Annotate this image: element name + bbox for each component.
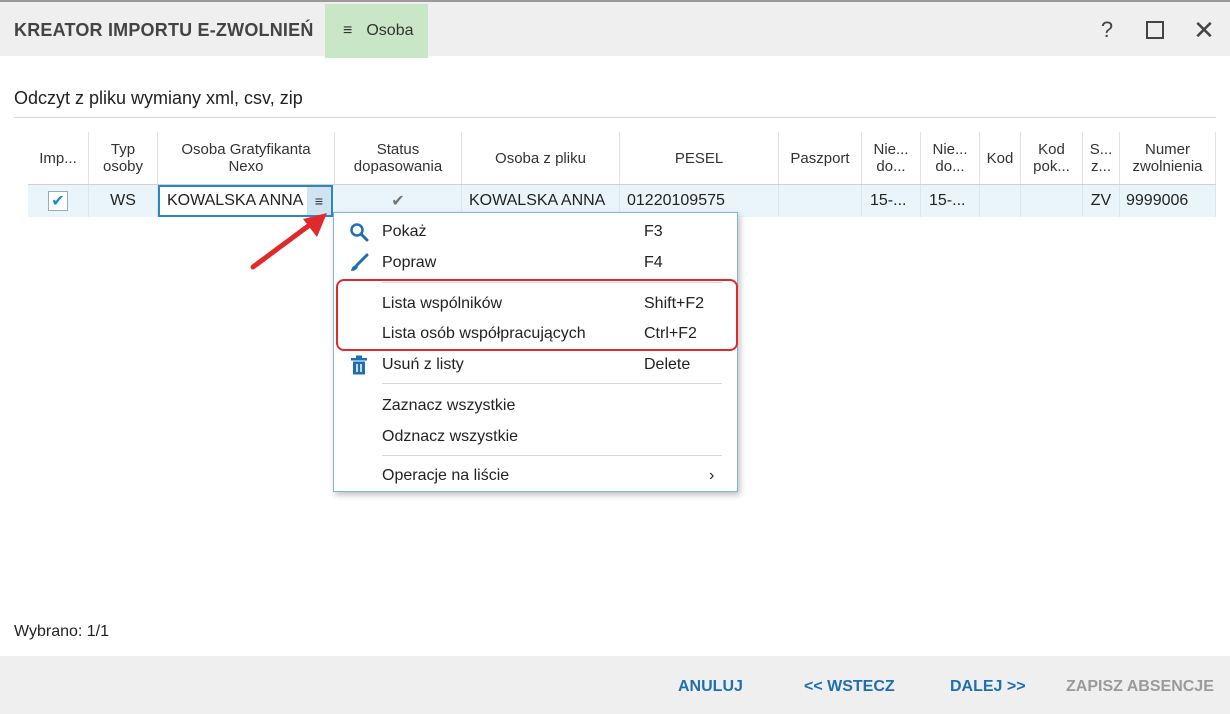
col-header-paszport[interactable]: Paszport <box>779 132 862 184</box>
menu-item-label: Popraw <box>382 254 437 271</box>
context-menu: Pokaż F3 Popraw F4 Lista wspólników Shif… <box>333 212 738 492</box>
menu-icon: ≡ <box>343 22 353 39</box>
menu-item-odznacz[interactable]: Odznacz wszystkie <box>334 422 739 452</box>
menu-item-label: Pokaż <box>382 223 427 240</box>
divider <box>14 117 1216 118</box>
col-header-import[interactable]: Imp... <box>28 132 89 184</box>
menu-item-label: Operacje na liście <box>382 467 510 484</box>
col-header-nie2[interactable]: Nie... do... <box>921 132 980 184</box>
col-header-pesel[interactable]: PESEL <box>620 132 779 184</box>
menu-item-shortcut: F3 <box>644 223 663 240</box>
menu-item-label: Usuń z listy <box>382 356 464 373</box>
next-button[interactable]: DALEJ >> <box>950 678 1026 696</box>
kod-cell <box>980 185 1021 217</box>
tab-osoba[interactable]: ≡ Osoba <box>325 4 428 58</box>
col-header-kod[interactable]: Kod <box>980 132 1021 184</box>
selection-status: Wybrano: 1/1 <box>14 623 110 640</box>
col-header-nie1[interactable]: Nie... do... <box>862 132 921 184</box>
import-cell: ✔ <box>28 185 89 217</box>
brush-icon <box>348 252 370 274</box>
menu-item-popraw[interactable]: Popraw F4 <box>334 248 739 278</box>
nie2-cell: 15-... <box>921 185 980 217</box>
menu-item-shortcut: Delete <box>644 356 691 373</box>
cancel-button[interactable]: ANULUJ <box>678 678 743 696</box>
menu-item-label: Zaznacz wszystkie <box>382 397 516 414</box>
search-icon <box>348 221 370 243</box>
maximize-button[interactable] <box>1141 16 1169 44</box>
maximize-icon <box>1146 21 1164 39</box>
col-header-kod-pok[interactable]: Kod pok... <box>1021 132 1083 184</box>
title-bar: KREATOR IMPORTU E-ZWOLNIEŃ ≡ Osoba ? ✕ <box>0 0 1230 58</box>
window-title: KREATOR IMPORTU E-ZWOLNIEŃ <box>14 20 314 40</box>
col-header-osoba-nexo[interactable]: Osoba Gratyfikanta Nexo <box>158 132 335 184</box>
menu-item-label: Odznacz wszystkie <box>382 428 519 445</box>
col-header-s[interactable]: S... z... <box>1083 132 1120 184</box>
kod-pok-cell <box>1021 185 1083 217</box>
menu-separator <box>382 455 722 456</box>
s-cell: ZV <box>1083 185 1120 217</box>
col-header-status[interactable]: Status dopasowania <box>335 132 462 184</box>
menu-item-usun[interactable]: Usuń z listy Delete <box>334 350 739 380</box>
col-header-typ[interactable]: Typ osoby <box>89 132 158 184</box>
typ-cell: WS <box>89 185 158 217</box>
menu-separator <box>382 383 722 384</box>
trash-icon <box>348 354 370 376</box>
save-absences-button[interactable]: ZAPISZ ABSENCJE <box>1066 678 1214 696</box>
help-button[interactable]: ? <box>1093 16 1121 44</box>
menu-item-operacje[interactable]: Operacje na liście › <box>334 461 739 491</box>
back-button[interactable]: << WSTECZ <box>804 678 895 696</box>
section-title: Odczyt z pliku wymiany xml, csv, zip <box>14 88 303 108</box>
menu-item-zaznacz[interactable]: Zaznacz wszystkie <box>334 391 739 421</box>
footer-bar: ANULUJ << WSTECZ DALEJ >> ZAPISZ ABSENCJ… <box>0 656 1230 714</box>
check-icon: ✔ <box>391 193 405 210</box>
chevron-right-icon: › <box>709 467 715 484</box>
paszport-cell <box>779 185 862 217</box>
col-header-osoba-plik[interactable]: Osoba z pliku <box>462 132 620 184</box>
close-button[interactable]: ✕ <box>1190 15 1218 45</box>
highlight-box <box>336 279 738 351</box>
numer-cell: 9999006 <box>1120 185 1216 217</box>
nie1-cell: 15-... <box>862 185 921 217</box>
menu-item-shortcut: F4 <box>644 254 663 271</box>
annotation-arrow <box>250 213 327 270</box>
col-header-numer[interactable]: Numer zwolnienia <box>1120 132 1216 184</box>
import-checkbox[interactable]: ✔ <box>48 191 68 211</box>
checkmark-icon: ✔ <box>51 193 65 210</box>
tab-osoba-label: Osoba <box>366 22 414 39</box>
menu-item-pokaz[interactable]: Pokaż F3 <box>334 217 739 247</box>
